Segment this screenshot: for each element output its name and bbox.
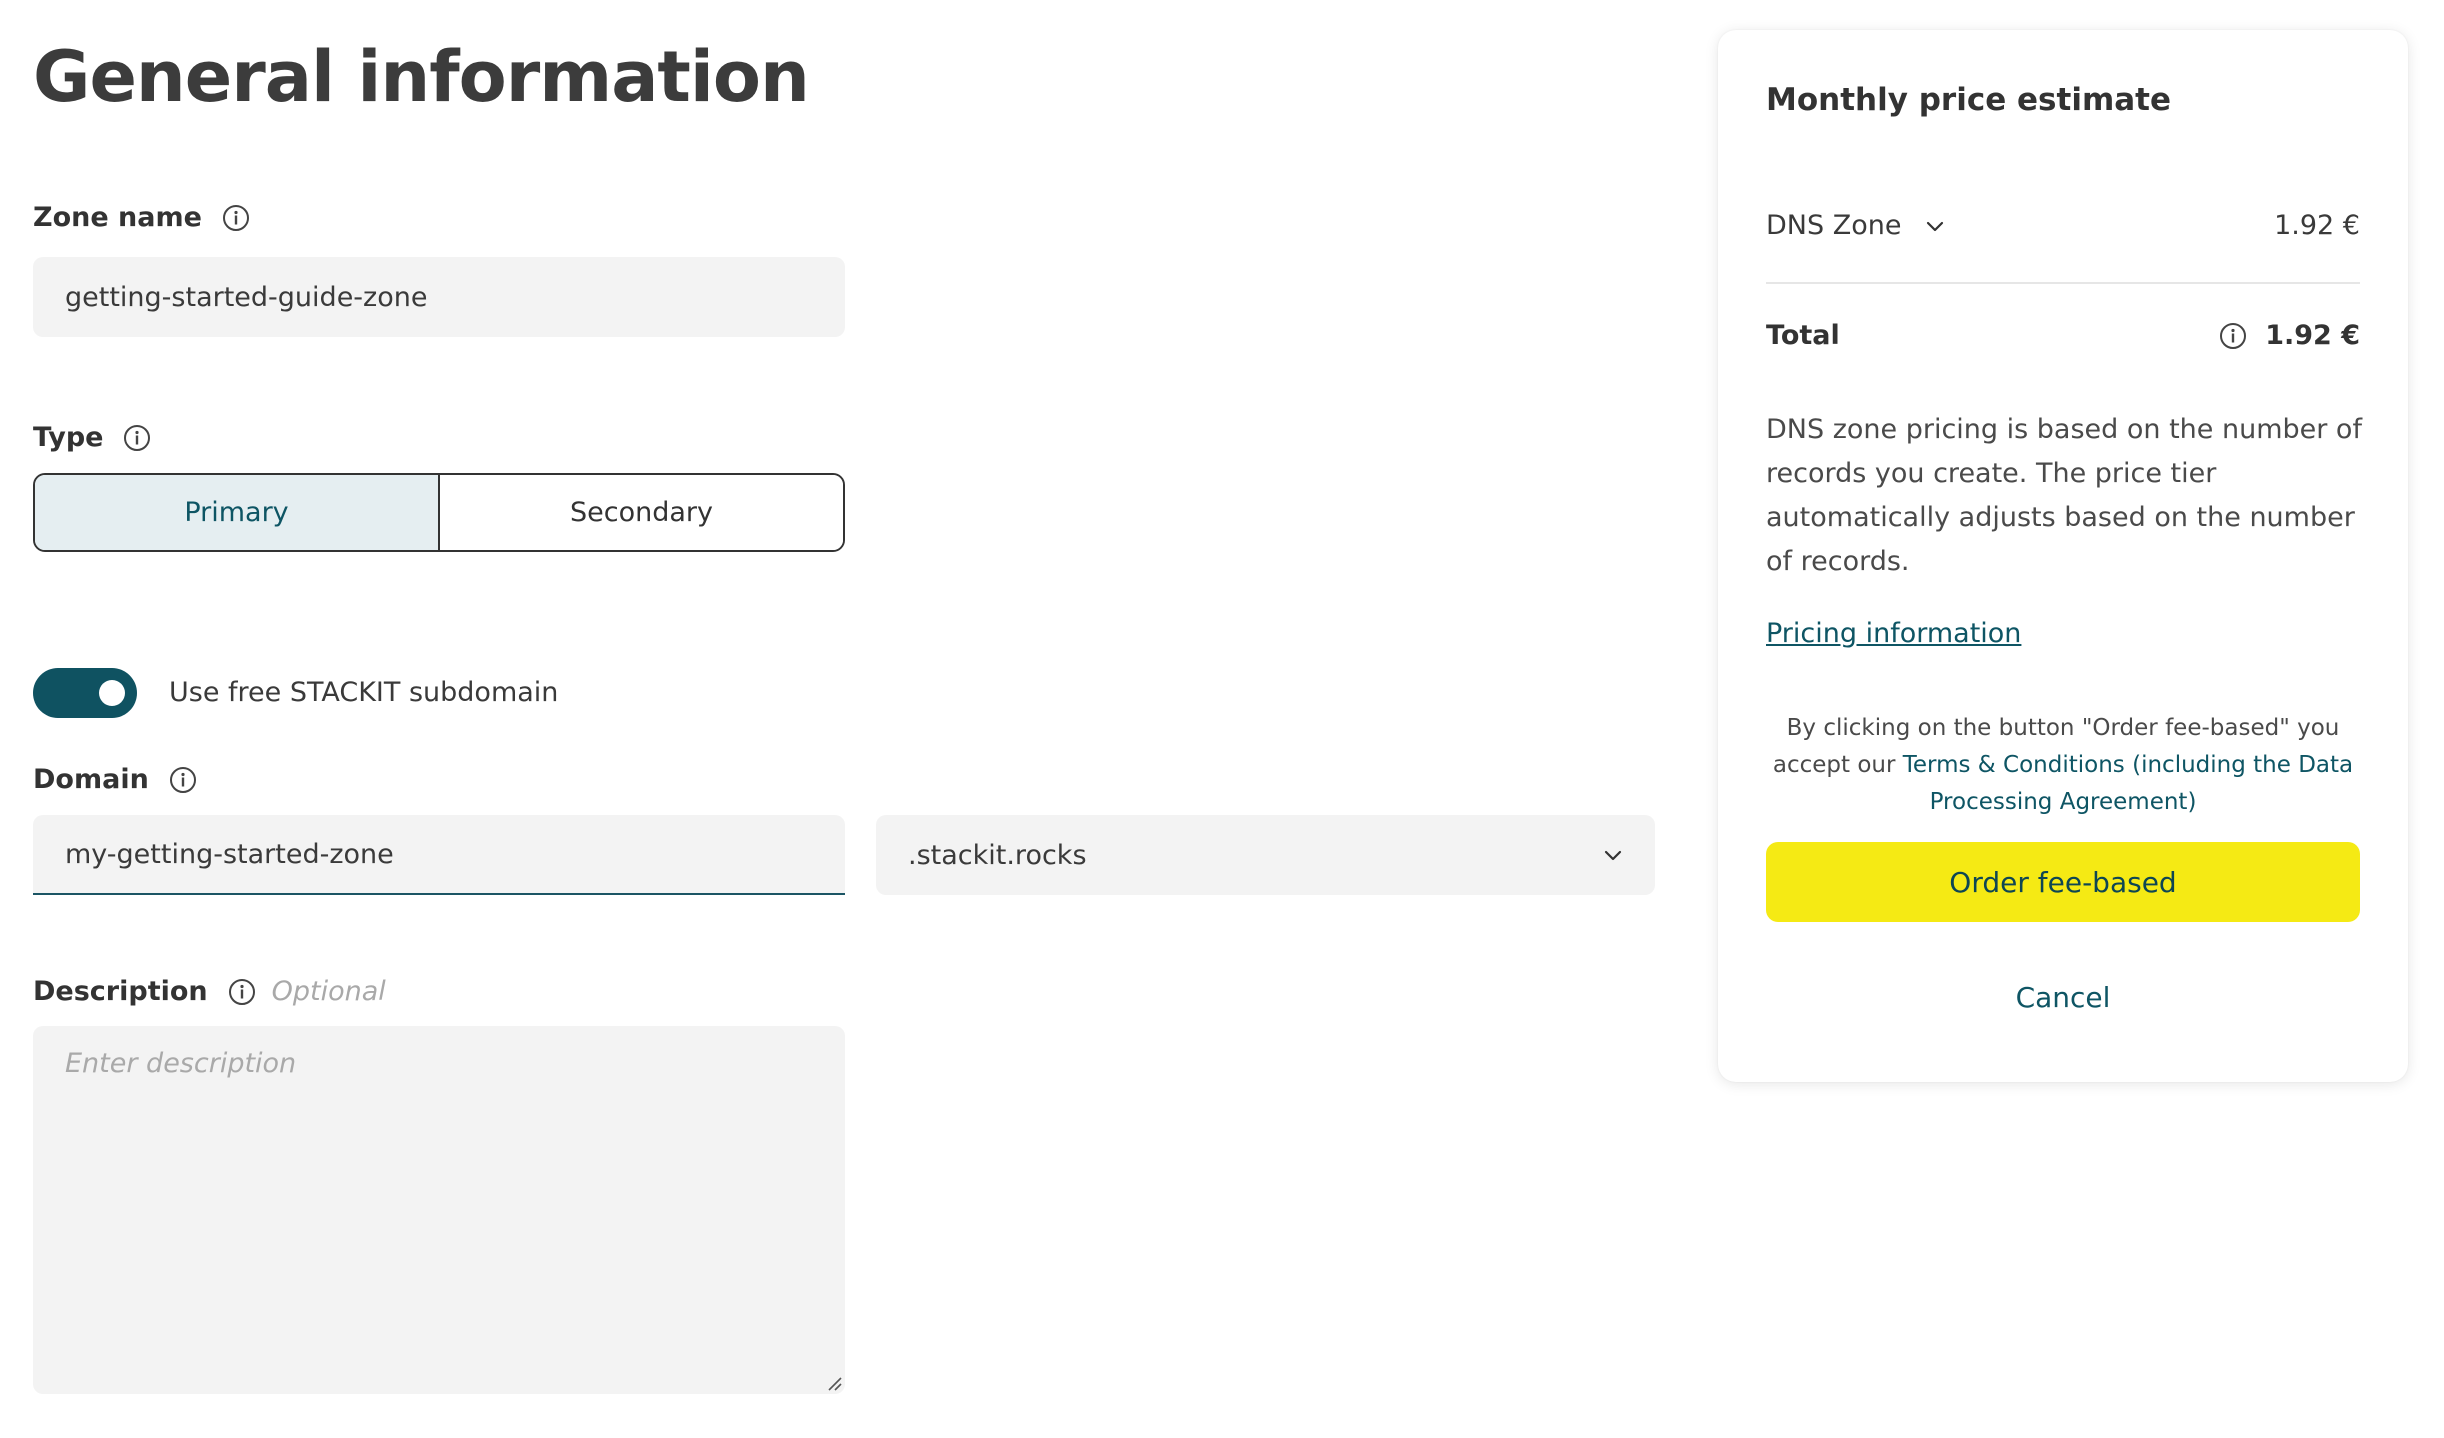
- type-label-text: Type: [33, 422, 104, 453]
- subdomain-toggle-label: Use free STACKIT subdomain: [169, 677, 559, 708]
- chevron-down-icon: [1601, 843, 1625, 867]
- description-label-text: Description: [33, 976, 208, 1007]
- description-label: Description Optional: [33, 976, 386, 1007]
- line-item-name: DNS Zone: [1766, 210, 1902, 241]
- line-item-dns-zone: DNS Zone 1.92 €: [1766, 210, 2360, 241]
- toggle-knob: [99, 680, 125, 706]
- info-icon[interactable]: [2219, 322, 2247, 350]
- total-value: 1.92 €: [2265, 320, 2360, 351]
- total-label: Total: [1766, 320, 1840, 351]
- domain-label-text: Domain: [33, 764, 149, 795]
- type-label: Type: [33, 422, 151, 453]
- zone-name-label: Zone name: [33, 202, 250, 233]
- info-icon[interactable]: [222, 204, 250, 232]
- domain-label: Domain: [33, 764, 197, 795]
- pricing-information-link[interactable]: Pricing information: [1766, 618, 2021, 649]
- zone-name-label-text: Zone name: [33, 202, 202, 233]
- type-option-secondary[interactable]: Secondary: [440, 475, 843, 550]
- pricing-description: DNS zone pricing is based on the number …: [1766, 414, 2362, 577]
- type-option-primary[interactable]: Primary: [35, 475, 440, 550]
- chevron-down-icon: [1923, 214, 1947, 238]
- optional-hint: Optional: [271, 976, 386, 1007]
- info-icon[interactable]: [169, 766, 197, 794]
- domain-input[interactable]: [33, 815, 845, 895]
- zone-name-input[interactable]: [33, 257, 845, 337]
- resize-grip-icon[interactable]: [826, 1375, 842, 1391]
- info-icon[interactable]: [228, 978, 256, 1006]
- line-item-price: 1.92 €: [2274, 210, 2360, 241]
- cancel-button[interactable]: Cancel: [1766, 972, 2360, 1022]
- price-estimate-card: Monthly price estimate DNS Zone 1.92 € T…: [1718, 30, 2408, 1082]
- order-fee-based-button[interactable]: Order fee-based: [1766, 842, 2360, 922]
- domain-suffix-select[interactable]: .stackit.rocks: [876, 815, 1655, 895]
- total-value-group: 1.92 €: [2219, 320, 2360, 351]
- divider: [1766, 282, 2360, 284]
- card-title: Monthly price estimate: [1766, 82, 2172, 118]
- line-item-toggle[interactable]: DNS Zone: [1766, 210, 1947, 241]
- subdomain-toggle[interactable]: [33, 668, 137, 718]
- type-segmented-control: Primary Secondary: [33, 473, 845, 552]
- total-row: Total 1.92 €: [1766, 320, 2360, 351]
- domain-suffix-value: .stackit.rocks: [908, 839, 1087, 871]
- description-textarea[interactable]: [33, 1026, 845, 1394]
- terms-notice: By clicking on the button "Order fee-bas…: [1766, 710, 2360, 821]
- info-icon[interactable]: [123, 424, 151, 452]
- terms-link[interactable]: Terms & Conditions (including the Data P…: [1903, 752, 2353, 815]
- page-title: General information: [33, 36, 810, 118]
